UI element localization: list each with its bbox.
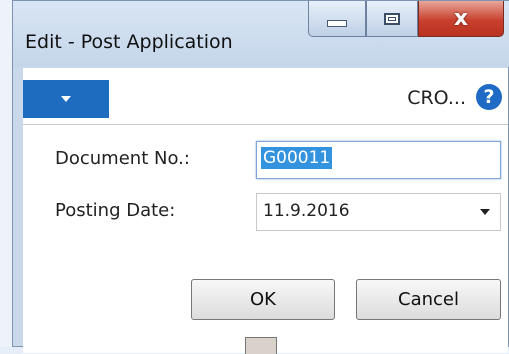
close-icon: x <box>453 5 469 31</box>
chevron-down-icon <box>61 96 71 102</box>
caption-buttons: x <box>308 1 504 41</box>
chevron-down-icon[interactable] <box>480 209 490 215</box>
document-no-label: Document No.: <box>55 148 190 169</box>
title-bar[interactable]: Edit - Post Application x <box>13 1 509 67</box>
post-application-dialog: Edit - Post Application x CRO... ? Docum… <box>12 0 509 354</box>
posting-date-label: Posting Date: <box>55 200 176 221</box>
application-menu-button[interactable] <box>23 80 109 118</box>
dialog-content: CRO... ? Document No.: G00011 Posting Da… <box>23 68 508 354</box>
window-title: Edit - Post Application <box>25 31 233 53</box>
close-button[interactable]: x <box>418 1 504 37</box>
help-icon[interactable]: ? <box>476 84 502 110</box>
company-name[interactable]: CRO... <box>407 87 466 109</box>
minimize-button[interactable] <box>308 1 366 37</box>
resize-grip[interactable] <box>245 337 277 354</box>
document-no-value: G00011 <box>261 147 333 169</box>
maximize-icon <box>384 12 400 25</box>
posting-date-field[interactable]: 11.9.2016 <box>256 193 501 231</box>
cancel-button[interactable]: Cancel <box>356 279 501 320</box>
maximize-button[interactable] <box>366 1 418 37</box>
posting-date-value: 11.9.2016 <box>263 201 350 221</box>
ok-button[interactable]: OK <box>191 279 335 320</box>
minimize-icon <box>327 20 347 27</box>
document-no-field[interactable]: G00011 <box>256 141 501 179</box>
action-bar: CRO... ? <box>23 68 508 125</box>
